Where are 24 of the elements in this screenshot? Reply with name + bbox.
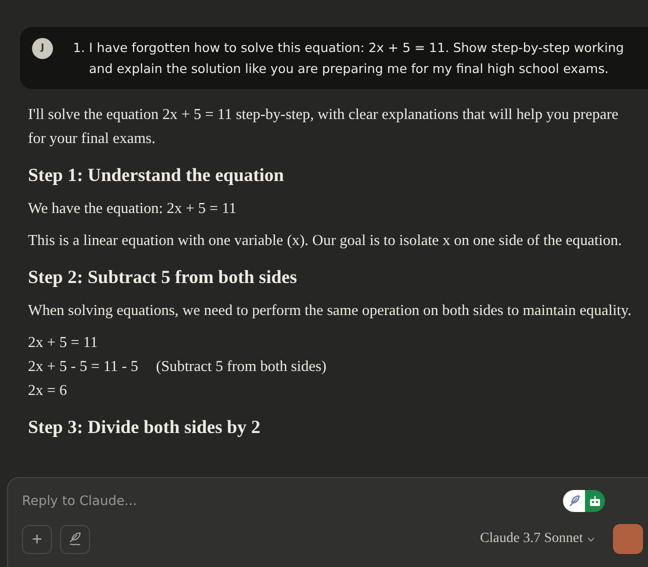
- user-message-text: I have forgotten how to solve this equation: 2x + 5 = 11. Show step-by-step working and explain the solution like you are preparing me for my final high school exams.: [89, 39, 625, 78]
- step-heading: Step 2: Subtract 5 from both sides: [28, 267, 298, 290]
- equation-line: 2x + 5 = 11: [28, 334, 98, 351]
- add-button[interactable]: +: [22, 524, 52, 554]
- feather-icon: [568, 495, 580, 507]
- response-paragraph: This is a linear equation with one variable (x). Our goal is to isolate x on one side of the equation.: [28, 231, 623, 251]
- chevron-icon: [587, 536, 595, 542]
- equation-note: (Subtract 5 from both sides): [156, 358, 326, 375]
- response-paragraph: We have the equation: 2x + 5 = 11: [28, 199, 238, 219]
- equation-line: 2x = 6: [28, 382, 67, 399]
- list-number: 1.: [73, 39, 86, 57]
- style-button[interactable]: [60, 524, 90, 554]
- reply-input[interactable]: Reply to Claude...: [22, 494, 563, 508]
- quill-icon: [68, 532, 82, 546]
- extension-toggle[interactable]: [563, 490, 605, 512]
- response-paragraph: I'll solve the equation 2x + 5 = 11 step-by-step, with clear explanations that will help you prepare for your final exams.: [28, 105, 620, 149]
- equation-line: 2x + 5 - 5 = 11 - 5: [28, 358, 138, 375]
- user-avatar: J: [32, 38, 53, 59]
- response-paragraph: When solving equations, we need to perform the same operation on both sides to maintain equality.: [28, 301, 632, 321]
- send-button[interactable]: [613, 524, 643, 554]
- step-heading: Step 3: Divide both sides by 2: [28, 417, 262, 440]
- model-selector[interactable]: Claude 3.7 Sonnet: [480, 531, 595, 547]
- robot-icon: [589, 495, 601, 507]
- step-heading: Step 1: Understand the equation: [28, 165, 285, 188]
